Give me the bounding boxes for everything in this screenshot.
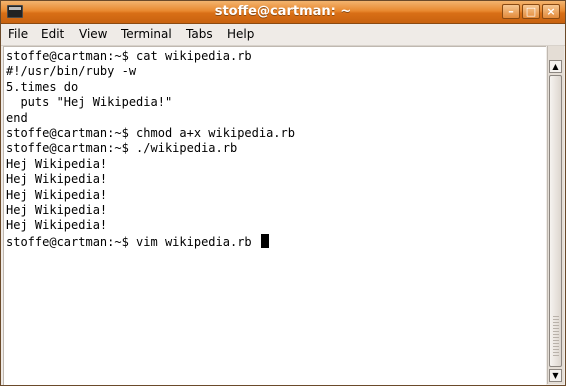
terminal-line: Hej Wikipedia! bbox=[6, 187, 108, 202]
terminal-line: puts "Hej Wikipedia!" bbox=[6, 95, 173, 110]
menu-help[interactable]: Help bbox=[227, 27, 254, 41]
menu-file[interactable]: File bbox=[8, 27, 28, 41]
terminal-line: stoffe@cartman:~$ cat wikipedia.rb bbox=[6, 49, 252, 63]
close-button[interactable]: × bbox=[542, 4, 560, 19]
menu-terminal[interactable]: Terminal bbox=[121, 27, 172, 41]
terminal-line: 5.times do bbox=[6, 79, 79, 94]
terminal-line: Hej Wikipedia! bbox=[6, 172, 108, 187]
vertical-scrollbar[interactable]: ▲ ▼ bbox=[547, 46, 564, 384]
menu-bar: File Edit View Terminal Tabs Help bbox=[1, 24, 565, 46]
terminal-lines: stoffe@cartman:~$ cat wikipedia.rb #!/usr… bbox=[6, 49, 295, 250]
terminal-line: end bbox=[6, 110, 28, 125]
arrow-down-icon[interactable]: ▼ bbox=[549, 369, 562, 382]
text-cursor bbox=[260, 233, 269, 248]
menu-tabs[interactable]: Tabs bbox=[186, 27, 213, 41]
scrollbar-thumb[interactable] bbox=[549, 75, 562, 367]
title-bar[interactable]: stoffe@cartman: ~ – □ × bbox=[1, 1, 565, 24]
terminal-line: Hej Wikipedia! bbox=[6, 203, 108, 218]
minimize-button[interactable]: – bbox=[502, 4, 520, 19]
terminal-line: Hej Wikipedia! bbox=[6, 156, 108, 171]
window-title: stoffe@cartman: ~ bbox=[214, 4, 352, 19]
terminal-line: stoffe@cartman:~$ chmod a+x wikipedia.rb bbox=[6, 126, 295, 141]
terminal-line: Hej Wikipedia! bbox=[6, 218, 108, 233]
terminal-window: stoffe@cartman: ~ – □ × File Edit View T… bbox=[0, 0, 566, 386]
terminal-prompt-line: stoffe@cartman:~$ vim wikipedia.rb bbox=[6, 234, 259, 249]
grip-icon bbox=[553, 316, 559, 356]
maximize-button[interactable]: □ bbox=[522, 4, 540, 19]
menu-edit[interactable]: Edit bbox=[41, 27, 64, 41]
terminal-line-current: stoffe@cartman:~$ vim wikipedia.rb bbox=[6, 233, 295, 250]
menu-view[interactable]: View bbox=[79, 27, 107, 41]
terminal-output[interactable]: stoffe@cartman:~$ cat wikipedia.rb #!/usr… bbox=[3, 46, 546, 385]
terminal-line: #!/usr/bin/ruby -w bbox=[6, 64, 137, 79]
terminal-line: stoffe@cartman:~$ ./wikipedia.rb bbox=[6, 141, 238, 156]
arrow-up-icon[interactable]: ▲ bbox=[549, 60, 562, 73]
